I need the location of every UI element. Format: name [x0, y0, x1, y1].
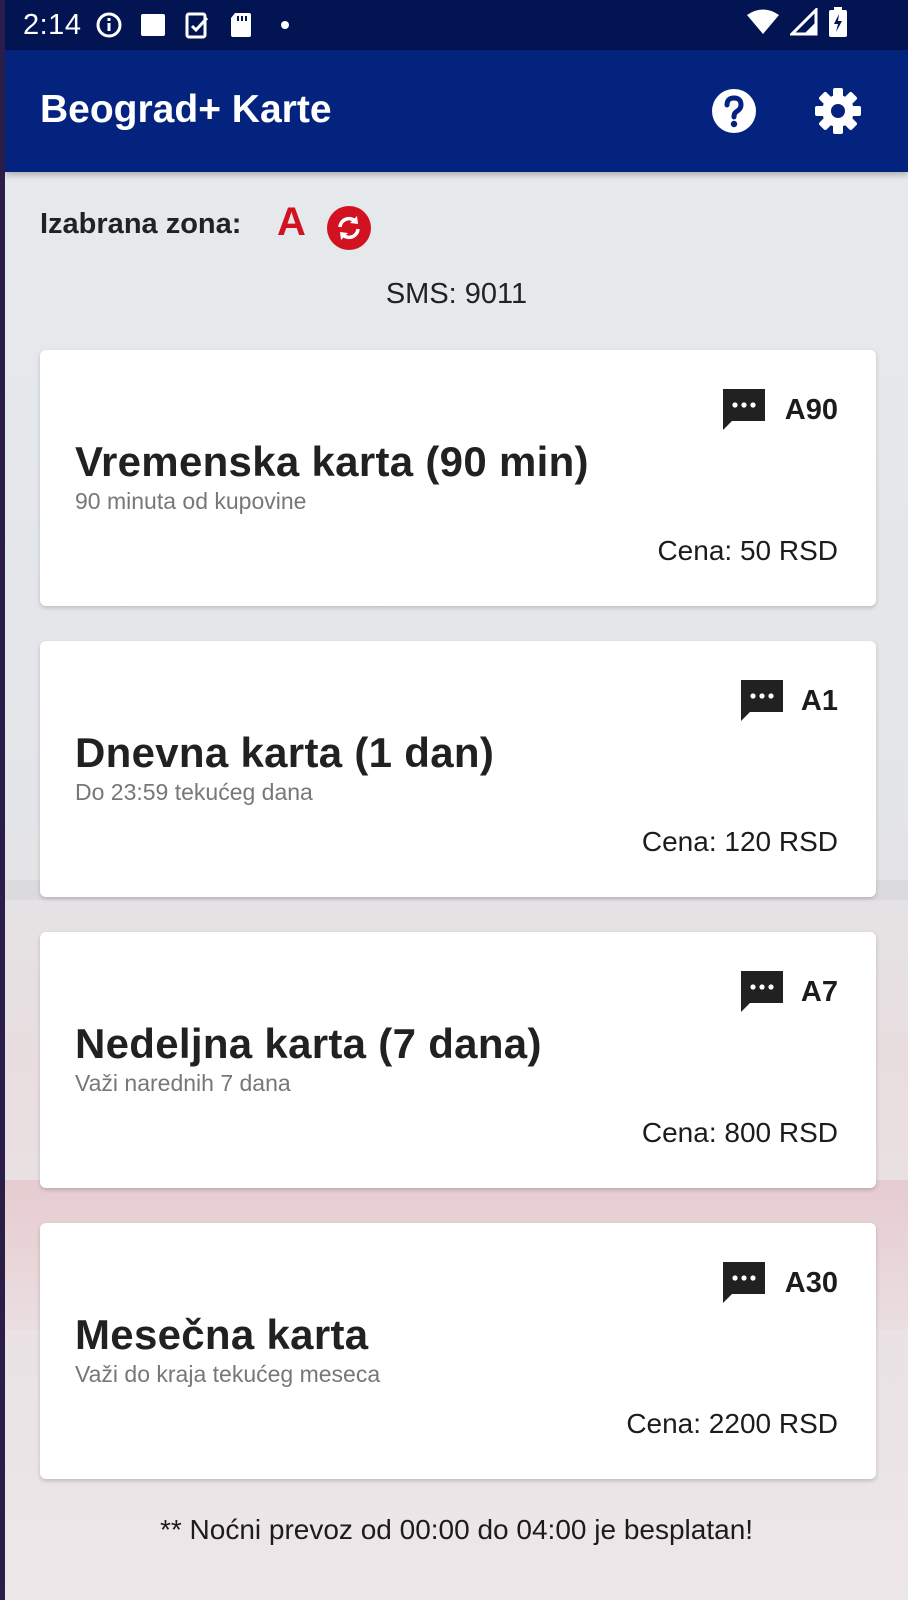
- ticket-title: Vremenska karta (90 min): [75, 438, 589, 485]
- ticket-price: Cena: 120 RSD: [641, 826, 838, 857]
- sms-icon: [720, 386, 768, 434]
- signal-icon: [790, 8, 818, 36]
- app-bar: Beograd+ Karte: [5, 50, 908, 172]
- sms-number: SMS: 9011: [385, 278, 528, 310]
- square-icon: [139, 11, 167, 39]
- help-circle-icon: [712, 89, 756, 133]
- info-icon: [95, 11, 123, 39]
- ticket-code: A7: [800, 976, 838, 1008]
- help-button[interactable]: [709, 86, 759, 136]
- ticket-price: Cena: 800 RSD: [641, 1117, 838, 1148]
- ticket-card-a30[interactable]: A30 Mesečna karta Važi do kraja tekućeg …: [40, 1223, 876, 1479]
- ticket-subtitle: 90 minuta od kupovine: [75, 488, 307, 514]
- ticket-price: Cena: 50 RSD: [657, 535, 838, 566]
- checklist-icon: [183, 11, 211, 39]
- gear-icon: [815, 88, 861, 134]
- ticket-subtitle: Važi narednih 7 dana: [75, 1070, 291, 1096]
- sync-icon: [327, 206, 371, 250]
- status-time: 2:14: [23, 8, 82, 41]
- status-system-icons: [746, 7, 848, 37]
- zone-value: A: [277, 200, 306, 244]
- dot-icon: [271, 11, 299, 39]
- ticket-code: A90: [784, 394, 838, 426]
- ticket-price: Cena: 2200 RSD: [626, 1408, 838, 1439]
- status-notification-icons: [95, 11, 299, 39]
- ticket-title: Dnevna karta (1 dan): [75, 729, 495, 776]
- ticket-subtitle: Do 23:59 tekućeg dana: [75, 779, 313, 805]
- ticket-subtitle: Važi do kraja tekućeg meseca: [75, 1361, 381, 1387]
- footer-note: ** Noćni prevoz od 00:00 do 04:00 je bes…: [159, 1514, 754, 1545]
- sms-icon: [720, 1259, 768, 1307]
- zone-switch-button[interactable]: [326, 205, 372, 251]
- status-bar: 2:14: [5, 0, 908, 50]
- sms-icon: [738, 677, 786, 725]
- zone-label: Izabrana zona:: [40, 208, 242, 240]
- wifi-icon: [746, 8, 780, 36]
- ticket-card-a1[interactable]: A1 Dnevna karta (1 dan) Do 23:59 tekućeg…: [40, 641, 876, 897]
- sms-icon: [738, 968, 786, 1016]
- ticket-title: Mesečna karta: [75, 1311, 369, 1358]
- sd-card-icon: [227, 11, 255, 39]
- settings-button[interactable]: [813, 86, 863, 136]
- ticket-code: A1: [800, 685, 838, 717]
- app-title: Beograd+ Karte: [40, 88, 332, 131]
- ticket-card-a7[interactable]: A7 Nedeljna karta (7 dana) Važi narednih…: [40, 932, 876, 1188]
- battery-charging-icon: [828, 7, 848, 37]
- ticket-code: A30: [784, 1267, 838, 1299]
- app-screen: 2:14 Beograd+ Karte Izabrana zona: A SMS…: [5, 0, 908, 1600]
- ticket-title: Nedeljna karta (7 dana): [75, 1020, 542, 1067]
- ticket-card-a90[interactable]: A90 Vremenska karta (90 min) 90 minuta o…: [40, 350, 876, 606]
